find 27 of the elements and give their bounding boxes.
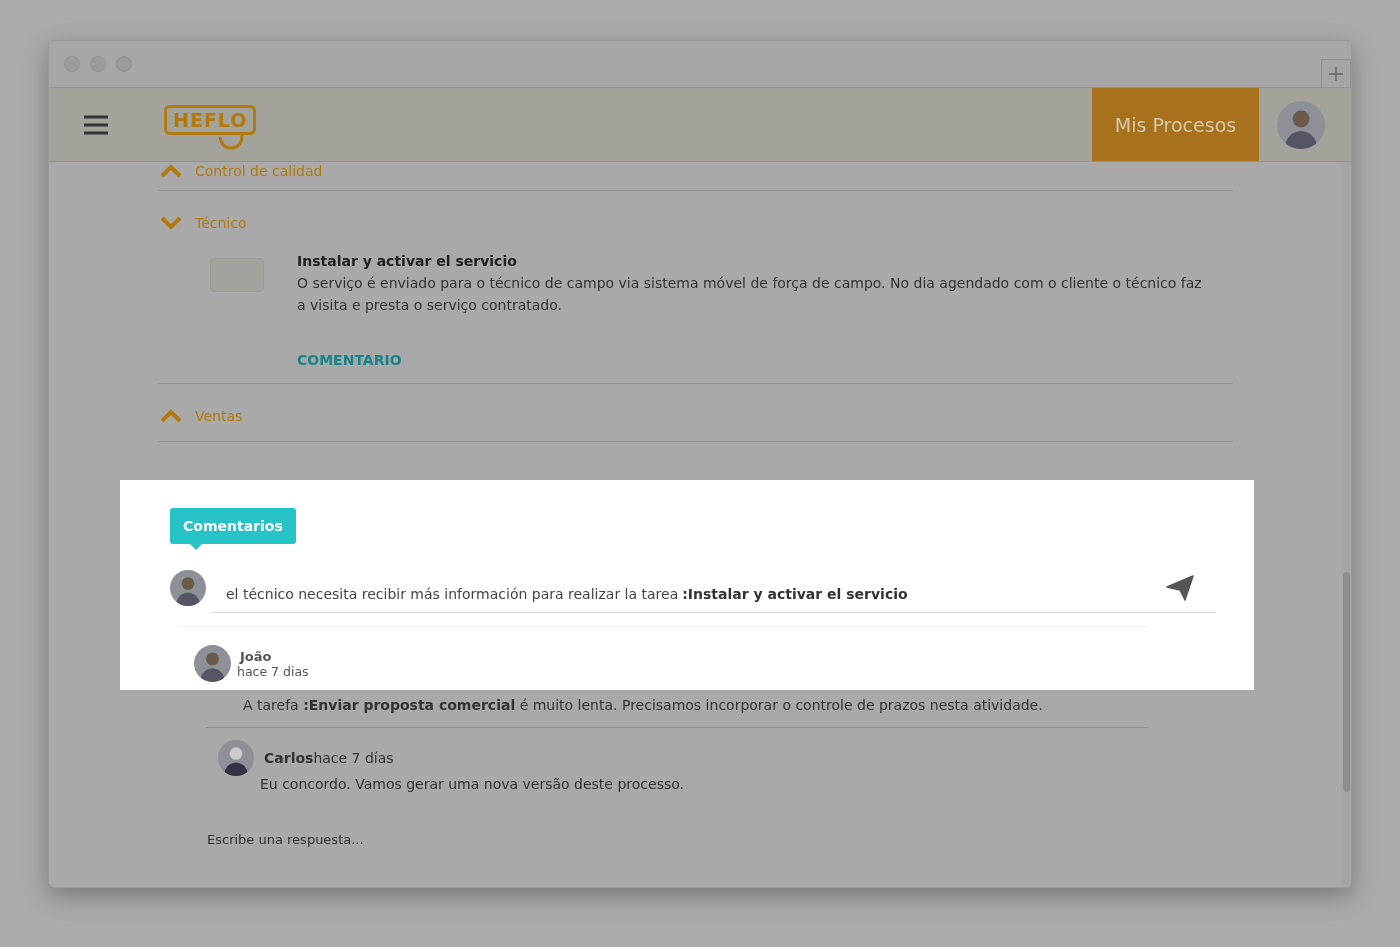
task-description: O serviço é enviado para o técnico de campo via sistema móvel de força de campo. No dia agendado com o cliente o técnico faz a visita e presta o serviço contratado. (297, 274, 1202, 315)
reply-text: Eu concordo. Vamos gerar uma nova versão deste processo. (260, 776, 684, 792)
chevron-up-icon (160, 164, 182, 178)
user-avatar (170, 569, 206, 606)
comment-time: hace 7 dias (237, 663, 309, 679)
menu-icon[interactable] (84, 114, 108, 135)
logo[interactable]: HEFLO (164, 104, 257, 135)
reply-author: Carloshace 7 días (264, 750, 395, 766)
scrollbar-thumb[interactable] (1343, 572, 1350, 792)
section-header[interactable]: Ventas (158, 401, 243, 431)
nav-button[interactable]: Mis Procesos (1092, 88, 1259, 161)
tab-pointer-icon (190, 544, 202, 550)
section-header[interactable]: Técnico (158, 208, 247, 238)
comment-author: João (240, 648, 273, 664)
new-tab-button[interactable] (1321, 59, 1351, 87)
chevron-up-icon (160, 409, 182, 423)
chevron-down-icon (160, 216, 182, 230)
comment-text: A tarefa :Enviar proposta comercial é muito lenta. Precisamos incorporar o controle de prazos nesta atividade. (206, 690, 1149, 728)
send-icon[interactable] (1166, 574, 1194, 601)
reply-input[interactable]: Escribe una respuesta... (207, 832, 807, 847)
plus-icon (1329, 66, 1343, 81)
task-title: Instalar y activar el servicio (297, 253, 518, 269)
user-avatar[interactable] (1277, 100, 1325, 149)
comment-link[interactable]: COMENTARIO (297, 352, 402, 368)
commenter-avatar (194, 645, 231, 682)
section-header[interactable]: Control de calidad (158, 162, 323, 186)
commenter-avatar (218, 740, 254, 776)
